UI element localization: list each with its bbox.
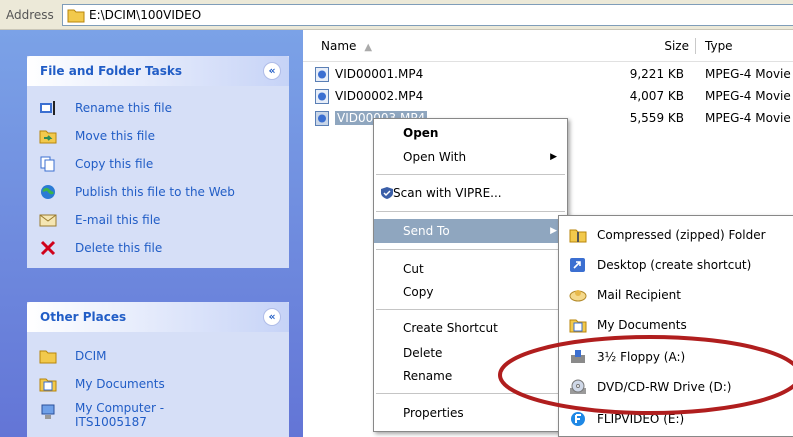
submenu-arrow-icon: ▶ [550, 152, 557, 162]
menu-separator [376, 309, 565, 310]
menu-cut[interactable]: Cut [374, 257, 567, 281]
menu-open[interactable]: Open [374, 121, 567, 145]
mail-icon [569, 290, 587, 302]
video-file-icon [315, 67, 329, 82]
place-my-computer[interactable]: My Computer - ITS1005187 [27, 398, 289, 432]
file-type: MPEG-4 Movie [705, 111, 791, 125]
task-publish-web[interactable]: Publish this file to the Web [27, 178, 289, 206]
send-to-desktop[interactable]: Desktop (create shortcut) [559, 250, 793, 280]
task-copy-file[interactable]: Copy this file [27, 150, 289, 178]
file-name: VID00001.MP4 [335, 67, 424, 81]
zip-folder-icon [569, 229, 587, 243]
file-row[interactable]: VID00002.MP4 4,007 KB MPEG-4 Movie [303, 86, 793, 108]
menu-separator [376, 249, 565, 250]
flipvideo-icon [571, 412, 585, 426]
menu-properties[interactable]: Properties [374, 401, 567, 425]
shield-icon [381, 187, 393, 199]
send-to-compressed-folder[interactable]: Compressed (zipped) Folder [559, 220, 793, 250]
file-size: 4,007 KB [629, 89, 684, 103]
place-dcim[interactable]: DCIM [27, 342, 289, 370]
place-my-documents[interactable]: My Documents [27, 370, 289, 398]
menu-rename[interactable]: Rename [374, 364, 567, 388]
folder-icon [67, 9, 85, 23]
address-path: E:\DCIM\100VIDEO [89, 8, 202, 22]
task-delete-file[interactable]: Delete this file [27, 234, 289, 262]
file-list-header: Name ▲ Size Type [303, 30, 793, 62]
send-to-submenu: Compressed (zipped) Folder Desktop (crea… [558, 215, 793, 437]
video-file-icon [315, 111, 329, 126]
column-size[interactable]: Size [653, 30, 689, 62]
move-icon [39, 130, 57, 144]
menu-separator [376, 174, 565, 175]
send-to-floppy[interactable]: 3½ Floppy (A:) [559, 342, 793, 372]
file-row[interactable]: VID00001.MP4 9,221 KB MPEG-4 Movie [303, 64, 793, 86]
column-type[interactable]: Type [705, 30, 733, 62]
task-move-file[interactable]: Move this file [27, 122, 289, 150]
documents-icon [39, 378, 57, 392]
menu-open-with[interactable]: Open With ▶ [374, 145, 567, 169]
send-to-my-documents[interactable]: My Documents [559, 310, 793, 340]
file-type: MPEG-4 Movie [705, 67, 791, 81]
panel-title: File and Folder Tasks [40, 64, 183, 78]
task-rename-file[interactable]: Rename this file [27, 94, 289, 122]
menu-create-shortcut[interactable]: Create Shortcut [374, 316, 567, 340]
sort-ascending-icon: ▲ [364, 42, 373, 53]
dvd-drive-icon [570, 379, 586, 394]
address-bar: Address E:\DCIM\100VIDEO [0, 0, 793, 30]
folder-icon [39, 350, 57, 364]
menu-separator [376, 211, 565, 212]
file-size: 5,559 KB [629, 111, 684, 125]
address-input[interactable]: E:\DCIM\100VIDEO [62, 4, 793, 26]
delete-icon [40, 240, 56, 256]
collapse-icon[interactable]: « [263, 308, 281, 326]
file-name: VID00002.MP4 [335, 89, 424, 103]
collapse-icon[interactable]: « [263, 62, 281, 80]
column-divider[interactable] [695, 38, 696, 54]
menu-delete[interactable]: Delete [374, 341, 567, 365]
task-pane: File and Folder Tasks « Rename this file… [0, 30, 303, 437]
task-email-file[interactable]: E-mail this file [27, 206, 289, 234]
column-name[interactable]: Name ▲ [321, 30, 372, 62]
web-publish-icon [41, 185, 55, 199]
copy-icon [40, 156, 55, 172]
menu-scan-vipre[interactable]: Scan with VIPRE... [374, 181, 567, 205]
floppy-icon [571, 350, 585, 363]
menu-separator [376, 393, 565, 394]
computer-icon [41, 404, 55, 419]
send-to-mail-recipient[interactable]: Mail Recipient [559, 280, 793, 310]
panel-title: Other Places [40, 310, 127, 324]
menu-copy[interactable]: Copy [374, 280, 567, 304]
documents-icon [569, 319, 587, 333]
send-to-flipvideo[interactable]: FLIPVIDEO (E:) [559, 404, 793, 434]
file-folder-tasks-header[interactable]: File and Folder Tasks « [27, 56, 289, 86]
explorer-window: Address E:\DCIM\100VIDEO File and Folder… [0, 0, 793, 437]
file-size: 9,221 KB [629, 67, 684, 81]
submenu-arrow-icon: ▶ [550, 226, 557, 236]
file-folder-tasks-panel: File and Folder Tasks « Rename this file… [27, 56, 289, 268]
send-to-dvd-drive[interactable]: DVD/CD-RW Drive (D:) [559, 372, 793, 402]
file-type: MPEG-4 Movie [705, 89, 791, 103]
video-file-icon [315, 89, 329, 104]
menu-send-to[interactable]: Send To ▶ [374, 219, 567, 243]
address-label: Address [6, 8, 54, 22]
other-places-panel: Other Places « DCIM My Documents My Comp… [27, 302, 289, 437]
desktop-icon [570, 258, 585, 272]
rename-icon [40, 101, 55, 115]
other-places-header[interactable]: Other Places « [27, 302, 289, 332]
context-menu: Open Open With ▶ Scan with VIPRE... Send… [373, 118, 568, 432]
email-icon [39, 214, 57, 227]
